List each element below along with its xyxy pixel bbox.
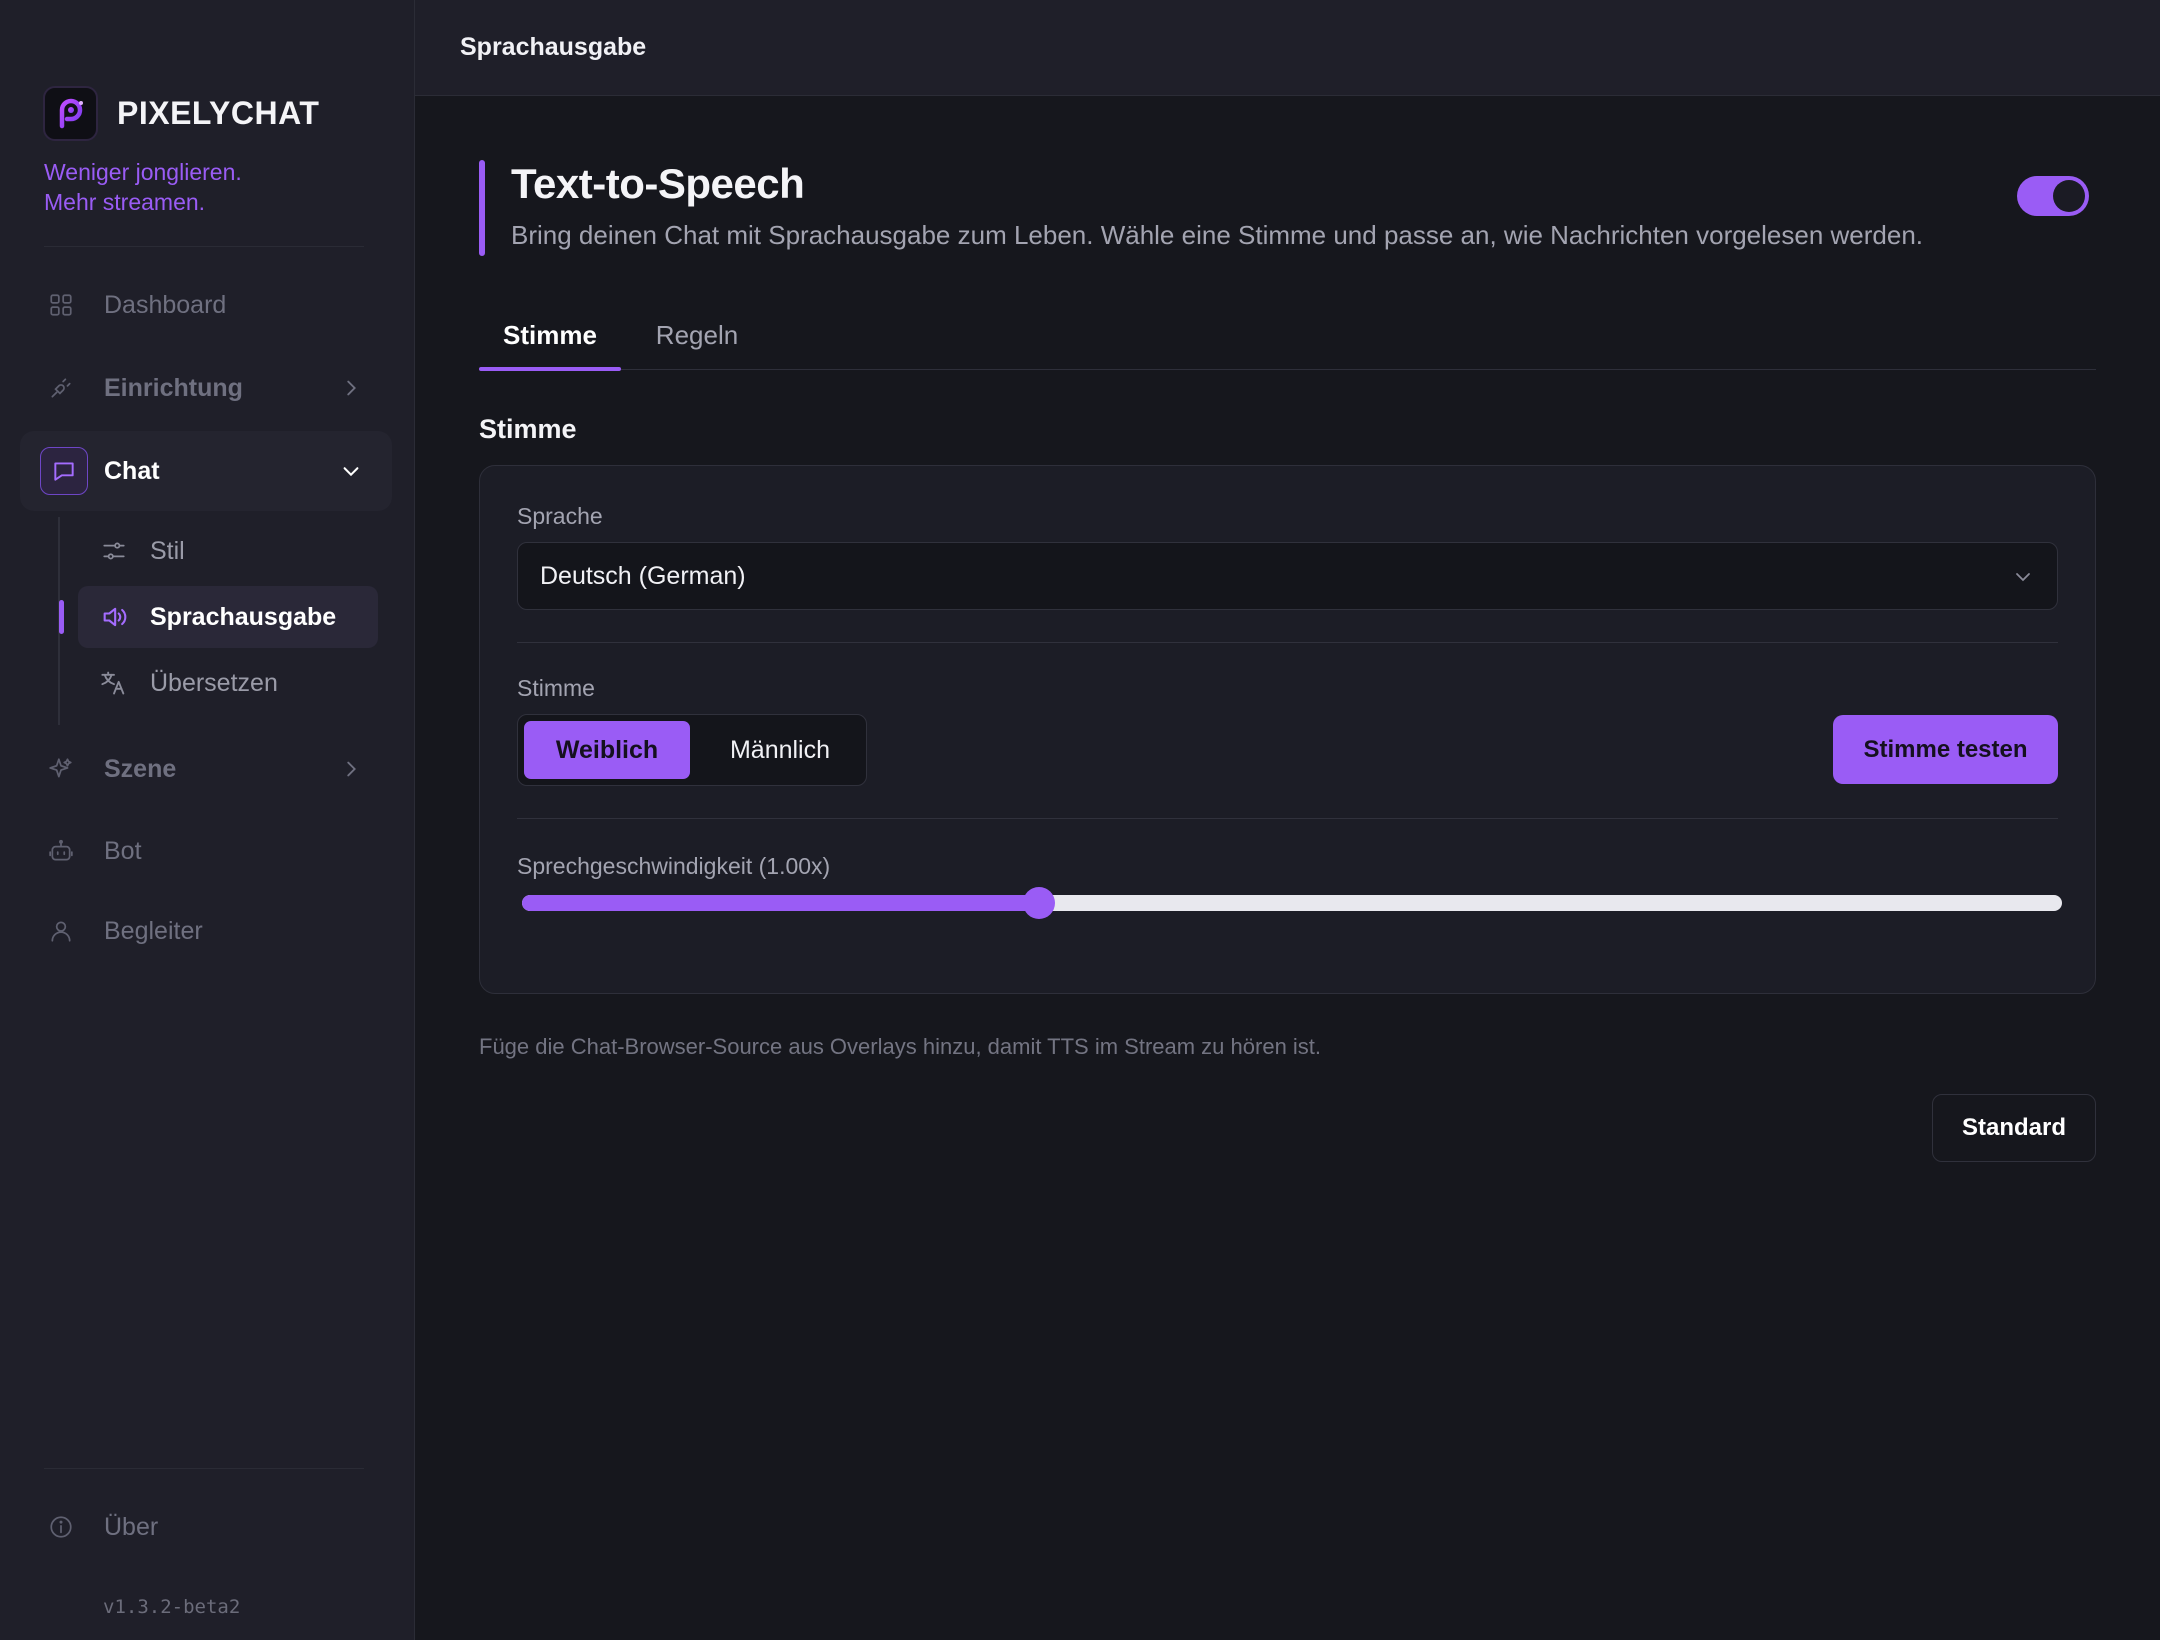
sidebar-subitem-sprachausgabe[interactable]: Sprachausgabe: [78, 586, 378, 648]
language-select[interactable]: Deutsch (German): [517, 542, 2058, 610]
speed-slider[interactable]: [522, 887, 2062, 919]
voice-label: Stimme: [517, 675, 595, 701]
sidebar-subitem-label: Stil: [150, 536, 185, 565]
page-title: Sprachausgabe: [460, 33, 647, 61]
sidebar-subitem-stil[interactable]: Stil: [78, 520, 378, 582]
sidebar-subitem-uebersetzen[interactable]: Übersetzen: [78, 652, 378, 714]
robot-icon: [46, 836, 76, 866]
sidebar-subitem-label: Sprachausgabe: [150, 602, 337, 631]
top-bar: Sprachausgabe: [415, 0, 2160, 96]
sidebar-item-szene[interactable]: Szene: [20, 729, 392, 809]
chat-bubble-icon: [40, 447, 88, 495]
sidebar-divider: [44, 1468, 364, 1469]
sparkle-icon: [46, 754, 76, 784]
app-logo-icon: [43, 86, 98, 141]
sidebar-divider: [44, 246, 364, 247]
sidebar-item-bot[interactable]: Bot: [20, 811, 392, 891]
sidebar-item-dashboard[interactable]: Dashboard: [20, 265, 392, 345]
chevron-right-icon: [340, 377, 362, 399]
language-select-value: Deutsch (German): [540, 561, 746, 590]
sidebar-item-begleiter[interactable]: Begleiter: [20, 891, 392, 971]
tagline-line-2: Mehr streamen.: [44, 189, 206, 215]
hero-subtitle: Bring deinen Chat mit Sprachausgabe zum …: [511, 220, 1924, 250]
reset-default-button[interactable]: Standard: [1932, 1094, 2096, 1162]
slider-fill: [522, 895, 1040, 911]
active-tab-underline: [479, 367, 621, 371]
sidebar-subitem-label: Übersetzen: [150, 668, 278, 697]
sidebar-item-label: Dashboard: [104, 290, 227, 319]
hero-accent-bar: [479, 160, 485, 256]
main-content: Sprachausgabe Text-to-Speech Bring deine…: [415, 0, 2160, 1640]
card-divider: [517, 818, 2058, 819]
hero-title: Text-to-Speech: [511, 160, 805, 207]
slider-thumb[interactable]: [1023, 887, 1056, 919]
user-icon: [46, 916, 76, 946]
speaker-icon: [100, 603, 128, 631]
tab-bar: Stimme Regeln: [479, 300, 2096, 371]
card-divider: [517, 642, 2058, 643]
sidebar-item-chat[interactable]: Chat: [20, 431, 392, 511]
toggle-knob: [2053, 180, 2085, 212]
tagline-line-1: Weniger jonglieren.: [44, 159, 242, 185]
chevron-down-icon: [340, 460, 362, 482]
brand[interactable]: PIXELYCHAT: [43, 86, 319, 141]
sidebar-item-label: Bot: [104, 836, 142, 865]
tab-regeln[interactable]: Regeln: [647, 300, 747, 370]
sidebar-item-ueber[interactable]: Über: [20, 1487, 392, 1567]
hero: Text-to-Speech Bring deinen Chat mit Spr…: [479, 160, 2089, 256]
voice-settings-card: Sprache Deutsch (German) Stimme Weiblich…: [479, 465, 2096, 994]
speed-label: Sprechgeschwindigkeit (1.00x): [517, 853, 831, 879]
sidebar-item-einrichtung[interactable]: Einrichtung: [20, 348, 392, 428]
active-submenu-marker: [59, 600, 64, 634]
voice-gender-toggle: Weiblich Männlich: [517, 714, 867, 786]
test-voice-button[interactable]: Stimme testen: [1833, 715, 2058, 784]
sidebar-item-label: Begleiter: [104, 916, 203, 945]
tagline: Weniger jonglieren. Mehr streamen.: [44, 157, 242, 217]
info-icon: [46, 1512, 76, 1542]
app-version: v1.3.2-beta2: [103, 1596, 241, 1618]
translate-icon: [100, 669, 128, 697]
sliders-icon: [100, 537, 128, 565]
plug-icon: [46, 373, 76, 403]
chevron-down-icon: [2011, 565, 2035, 589]
app-name: PIXELYCHAT: [117, 95, 320, 131]
section-title: Stimme: [479, 414, 577, 444]
hint-text: Füge die Chat-Browser-Source aus Overlay…: [479, 1034, 1322, 1059]
tts-enable-toggle[interactable]: [2017, 176, 2089, 216]
sidebar-item-label: Chat: [104, 456, 160, 485]
voice-option-maennlich[interactable]: Männlich: [698, 721, 862, 779]
language-label: Sprache: [517, 503, 603, 529]
sidebar: PIXELYCHAT Weniger jonglieren. Mehr stre…: [0, 0, 415, 1640]
sidebar-item-label: Szene: [104, 754, 177, 783]
sidebar-item-label: Einrichtung: [104, 373, 243, 402]
grid-icon: [46, 290, 76, 320]
chevron-right-icon: [340, 758, 362, 780]
sidebar-item-label: Über: [104, 1512, 159, 1541]
tab-stimme[interactable]: Stimme: [479, 300, 621, 370]
voice-option-weiblich[interactable]: Weiblich: [524, 721, 690, 779]
